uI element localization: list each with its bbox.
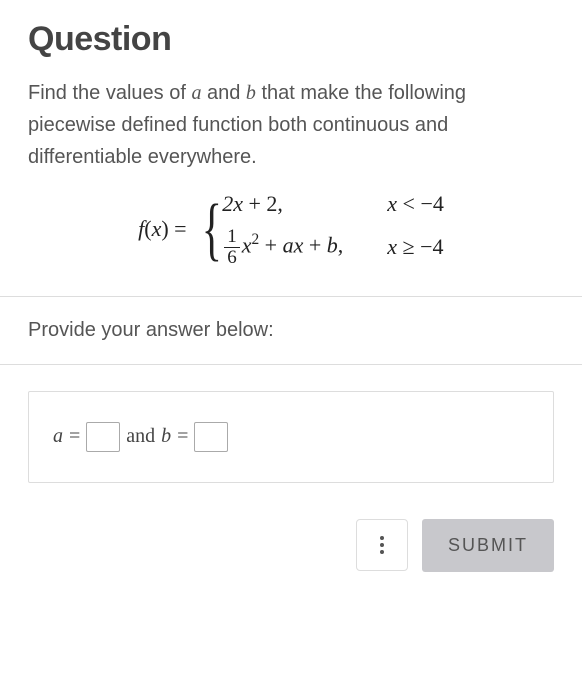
divider-bottom [0,364,582,365]
equation-lhs: f(x) = [138,216,186,242]
more-dots-icon [380,543,384,547]
prompt-text-2: and [201,82,245,104]
equation-display: f(x) = { 2x + 2, x < −4 1 6 x2 + ax + b,… [28,191,554,268]
case2-b: b [327,232,338,257]
answer-eq-1: = [69,425,80,448]
question-heading: Question [28,20,554,59]
case2-cond-op: ≥ −4 [397,234,443,259]
answer-area: a = and b = [28,391,554,483]
answer-and: and [126,425,155,448]
case1-cond-op: < −4 [397,191,444,216]
case2-exponent: 2 [251,231,259,248]
answer-a-label: a [53,425,63,448]
equation-x: x [152,216,162,241]
case2-x2: x [294,232,304,257]
fraction-denominator: 6 [224,248,240,268]
prompt-var-a: a [191,82,201,104]
case2-expression: 1 6 x2 + ax + b, [222,227,343,268]
footer-actions: SUBMIT [28,519,554,572]
prompt-var-b: b [246,82,256,104]
answer-a-input[interactable] [86,422,120,452]
left-brace: { [201,198,221,261]
case2-a: a [283,232,294,257]
equation-f: f [138,216,144,241]
prompt-text-1: Find the values of [28,82,191,104]
case2-plus1: + [259,232,282,257]
question-prompt: Find the values of a and b that make the… [28,77,554,173]
instruction-text: Provide your answer below: [28,297,554,364]
case2-comma: , [338,232,344,257]
case1-condition: x < −4 [387,191,444,217]
case2-cond-var: x [387,234,397,259]
case2-plus2: + [303,232,326,257]
answer-b-label: b [161,425,171,448]
answer-b-input[interactable] [194,422,228,452]
equation-cases: { 2x + 2, x < −4 1 6 x2 + ax + b, x ≥ −4 [195,191,444,268]
more-dots-icon [380,536,384,540]
case2-condition: x ≥ −4 [387,234,444,260]
answer-eq-2: = [177,425,188,448]
more-dots-icon [380,550,384,554]
case1-cond-var: x [387,191,397,216]
fraction-one-sixth: 1 6 [224,227,240,268]
case1-expression: 2x + 2, [222,191,343,217]
case2-x: x [242,232,252,257]
more-options-button[interactable] [356,519,408,571]
fraction-numerator: 1 [224,227,240,248]
submit-button[interactable]: SUBMIT [422,519,554,572]
